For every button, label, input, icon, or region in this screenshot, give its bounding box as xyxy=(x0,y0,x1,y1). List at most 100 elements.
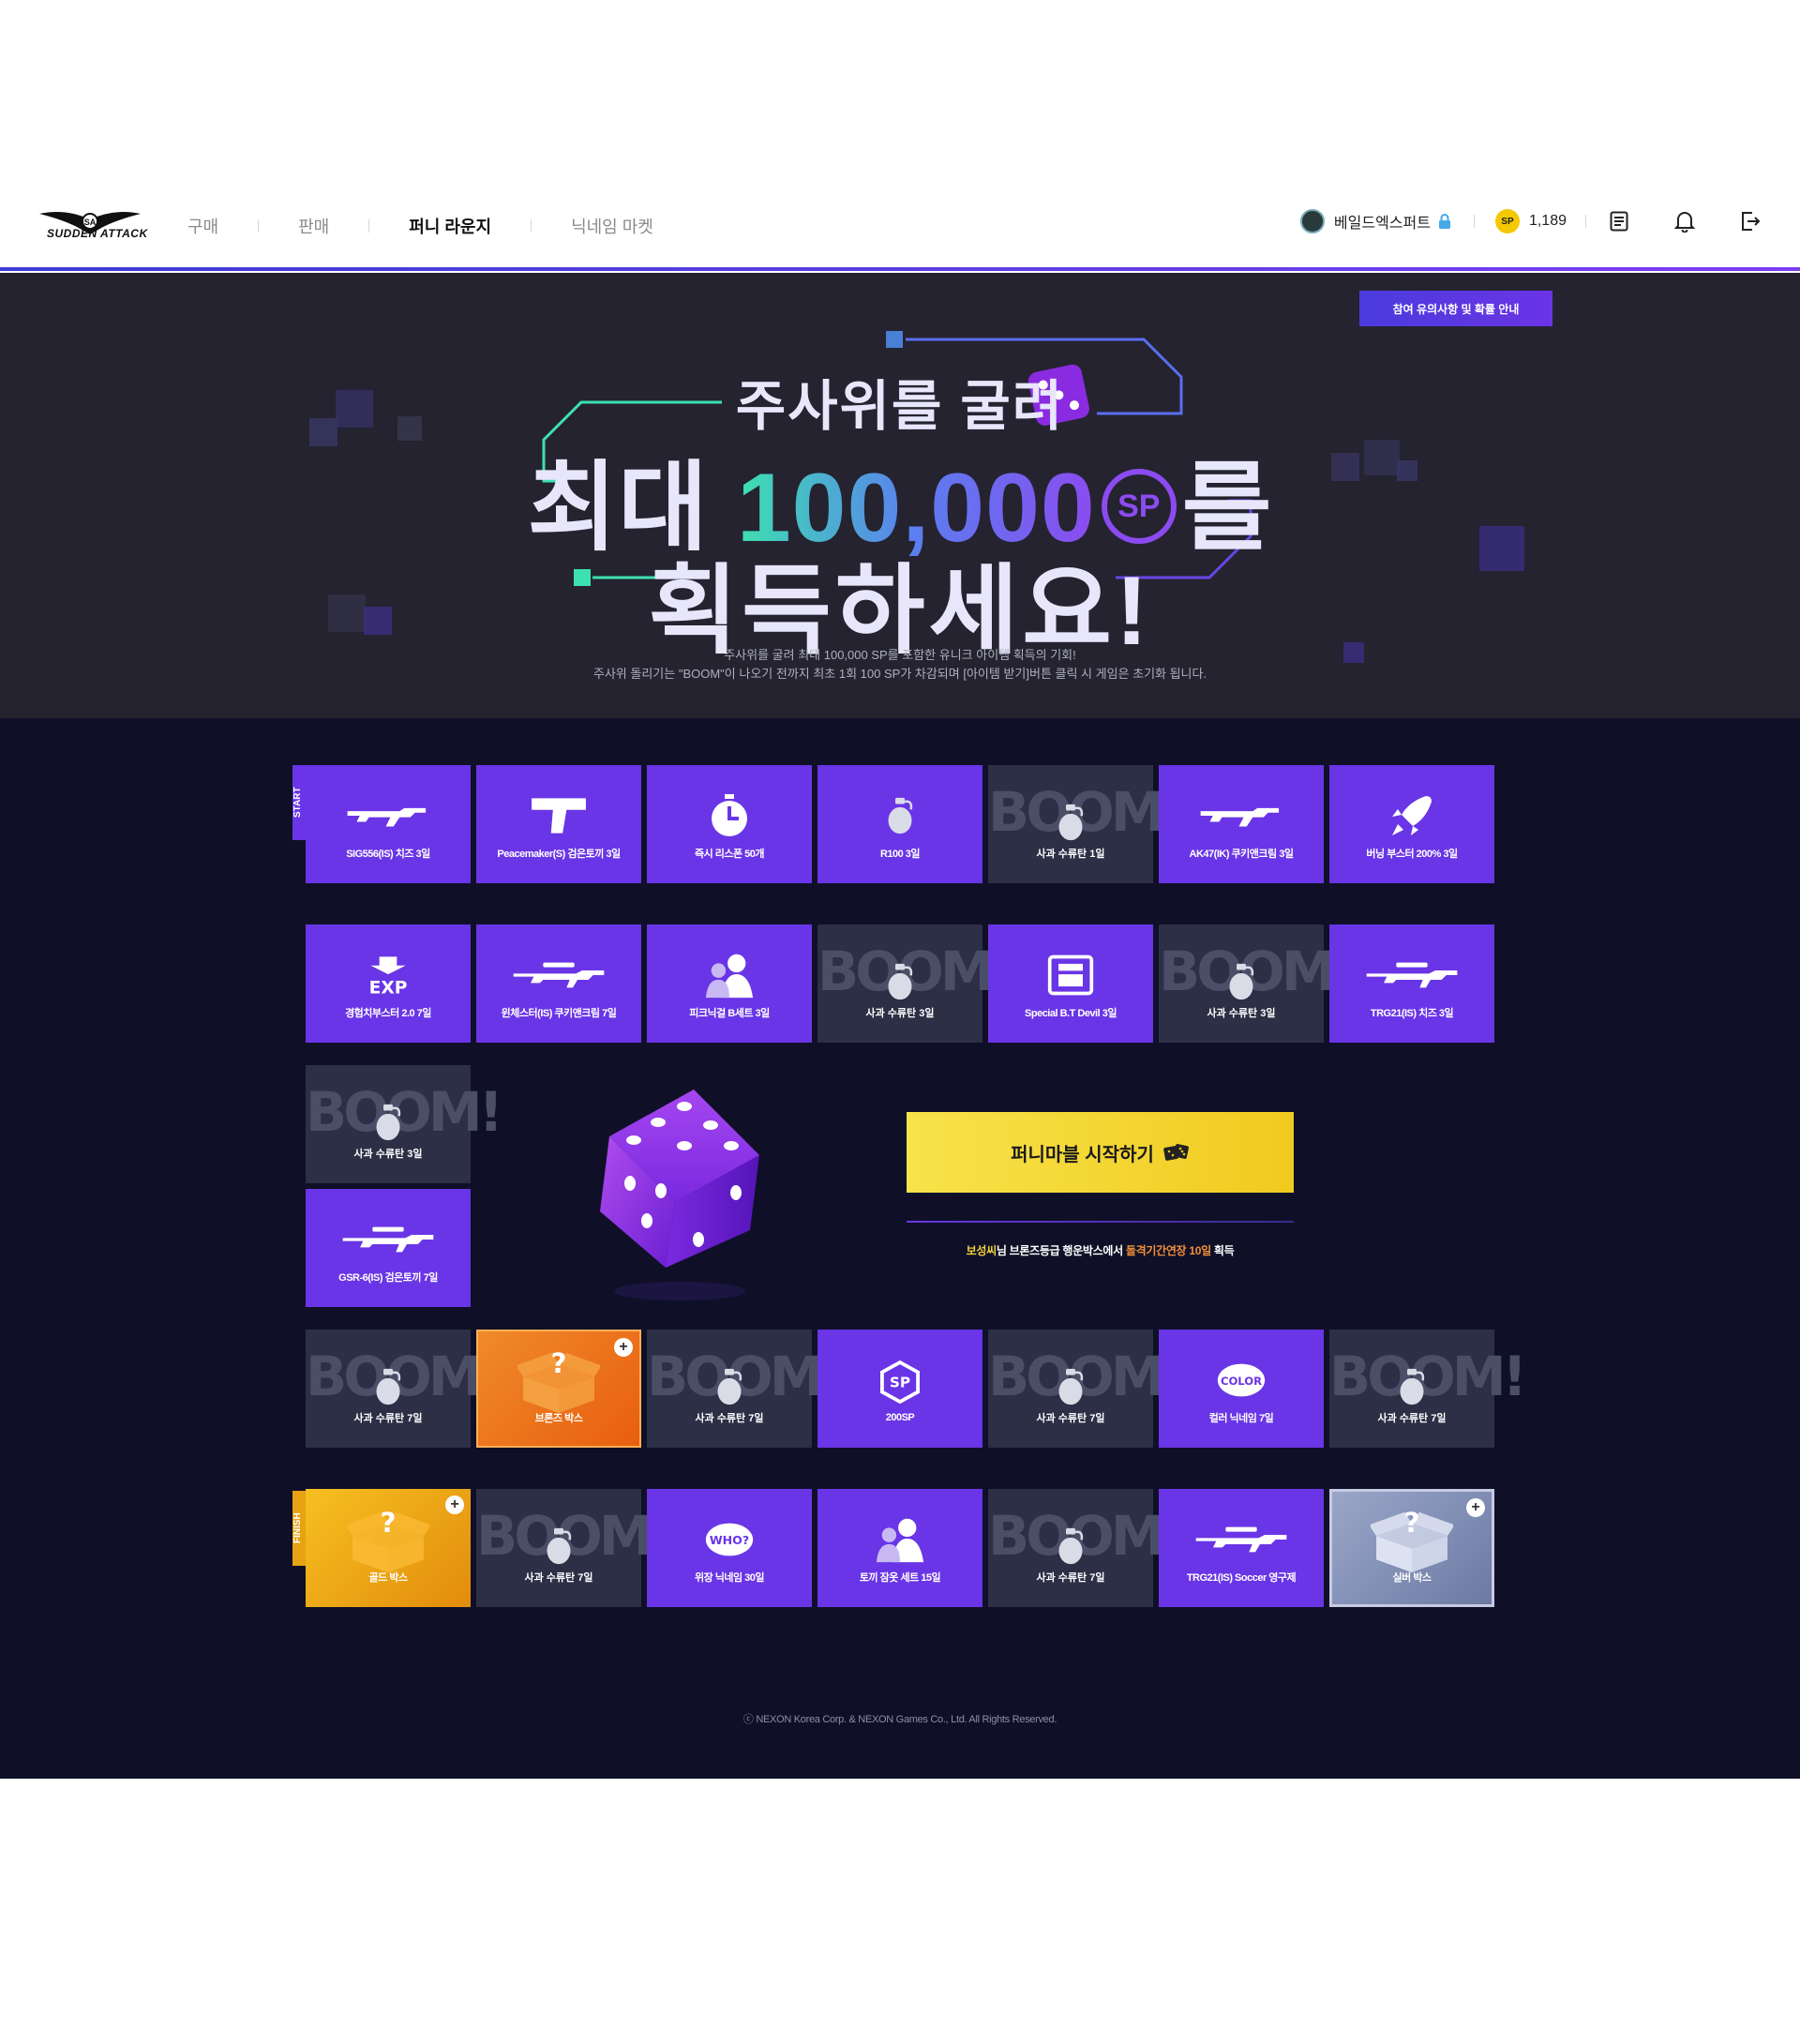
logout-icon[interactable] xyxy=(1738,209,1762,233)
tile-label: 사과 수류탄 7일 xyxy=(695,1413,764,1424)
tile-label: TRG21(IS) Soccer 영구제 xyxy=(1186,1572,1297,1584)
logo-text: SUDDEN ATTACK xyxy=(47,227,148,240)
character-icon xyxy=(702,947,757,1003)
sp-icon xyxy=(880,1354,920,1410)
reward-divider xyxy=(907,1221,1294,1223)
board-tile: 골드 박스 + xyxy=(306,1489,471,1607)
board-tile: Peacemaker(S) 검은토끼 3일 xyxy=(476,765,641,883)
who-icon xyxy=(702,1511,757,1568)
grenade-icon xyxy=(374,1103,402,1142)
board-tile: R100 3일 xyxy=(818,765,982,883)
grenade-icon xyxy=(545,1526,573,1566)
sniper-icon xyxy=(1365,947,1459,1003)
box-detail-plus-icon[interactable]: + xyxy=(1466,1498,1485,1517)
grenade-icon xyxy=(1057,803,1085,842)
tile-label: 브론즈 박스 xyxy=(534,1413,583,1424)
color-icon xyxy=(1214,1352,1268,1408)
tile-label: 사과 수류탄 7일 xyxy=(1036,1413,1105,1424)
tile-label: 사과 수류탄 7일 xyxy=(353,1413,423,1424)
header-divider xyxy=(1473,215,1475,228)
grenade-icon xyxy=(886,962,914,1001)
tile-label: GSR-6(IS) 검은토끼 7일 xyxy=(338,1272,438,1284)
tile-label: 위장 닉네임 30일 xyxy=(694,1572,765,1584)
copyright-text: ⓒ NEXON Korea Corp. & NEXON Games Co., L… xyxy=(742,1714,1058,1725)
tile-label: Special B.T Devil 3일 xyxy=(1025,1008,1117,1019)
reward-mid: 님 브론즈등급 행운박스에서 xyxy=(996,1244,1126,1257)
user-area: 베일드엑스퍼트 SP 1,189 xyxy=(1299,206,1762,236)
board-tile-boom: BOOM! 사과 수류탄 3일 xyxy=(1159,924,1357,1043)
dice-board: EXP SP COLOR WHO? ? START FINISH xyxy=(0,718,1800,1779)
tile-label: 경험치부스터 2.0 7일 xyxy=(345,1008,431,1019)
board-tile: 실버 박스 + xyxy=(1329,1489,1494,1607)
character-icon xyxy=(873,1511,927,1568)
tile-label: 실버 박스 xyxy=(1392,1572,1432,1584)
nav-buy[interactable]: 구매 xyxy=(188,214,258,238)
box-detail-plus-icon[interactable]: + xyxy=(614,1338,633,1357)
tile-label: AK47(IK) 쿠키앤크림 3일 xyxy=(1189,849,1294,860)
tile-label: SIG556(IS) 치즈 3일 xyxy=(346,849,430,860)
start-tag: START xyxy=(292,765,306,840)
board-tile-boom: BOOM! 사과 수류탄 3일 xyxy=(306,1065,503,1183)
board-tile: 토끼 잠옷 세트 15일 xyxy=(818,1489,982,1607)
sniper-icon xyxy=(1194,1511,1288,1568)
board-tile: 200SP xyxy=(818,1330,982,1448)
nav-nickname-market[interactable]: 닉네임 마켓 xyxy=(532,214,693,238)
tile-label: 사과 수류탄 3일 xyxy=(1207,1008,1276,1019)
tile-label: 200SP xyxy=(885,1412,915,1423)
tile-label: TRG21(IS) 치즈 3일 xyxy=(1370,1008,1454,1019)
grenade-icon xyxy=(374,1367,402,1406)
recent-reward-message: 보성씨님 브론즈등급 행운박스에서 돌격기간연장 10일 획득 xyxy=(907,1242,1294,1258)
username[interactable]: 베일드엑스퍼트 xyxy=(1334,210,1431,233)
tile-label: 사과 수류탄 3일 xyxy=(865,1008,935,1019)
board-tile: 경험치부스터 2.0 7일 xyxy=(306,924,471,1043)
board-tile: 윈체스터(IS) 쿠키앤크림 7일 xyxy=(476,924,641,1043)
nav-sell[interactable]: 판매 xyxy=(259,214,368,238)
tile-label: 토끼 잠옷 세트 15일 xyxy=(859,1572,941,1584)
board-tile: 브론즈 박스 + xyxy=(476,1330,641,1448)
tile-label: 사과 수류탄 1일 xyxy=(1036,849,1105,860)
top-header: SA SUDDEN ATTACK 구매 판매 퍼니 라운지 닉네임 마켓 베일드… xyxy=(0,186,1800,271)
stopwatch-icon xyxy=(709,788,750,844)
event-hero: 참여 유의사항 및 확률 안내 주사위를 굴려 최대 100,000 SP 를 획득… xyxy=(0,273,1800,718)
rocket-icon xyxy=(1388,788,1435,844)
tile-label: Peacemaker(S) 검은토끼 3일 xyxy=(497,849,621,860)
dice-icon[interactable] xyxy=(591,1080,797,1305)
bell-icon[interactable] xyxy=(1672,209,1697,233)
board-tile-boom: BOOM! 사과 수류탄 7일 xyxy=(988,1330,1186,1448)
sp-coin-icon: SP xyxy=(1494,209,1520,233)
nav-funny-lounge[interactable]: 퍼니 라운지 xyxy=(369,214,531,238)
tile-label: 사과 수류탄 7일 xyxy=(1377,1413,1447,1424)
dice-pair-icon xyxy=(1163,1144,1189,1161)
reward-user: 보성씨 xyxy=(966,1244,998,1257)
grenade-icon xyxy=(1398,1367,1426,1406)
board-tile-boom: BOOM! 사과 수류탄 7일 xyxy=(988,1489,1186,1607)
start-game-button[interactable]: 퍼니마블 시작하기 xyxy=(907,1112,1294,1193)
notice-probability-button[interactable]: 참여 유의사항 및 확률 안내 xyxy=(1359,291,1552,326)
header-accent-line xyxy=(0,267,1800,271)
tile-label: 사과 수류탄 7일 xyxy=(524,1572,593,1584)
reward-item: 돌격기간연장 10일 xyxy=(1125,1244,1211,1257)
board-tile-boom: BOOM! 사과 수류탄 1일 xyxy=(988,765,1186,883)
start-game-label: 퍼니마블 시작하기 xyxy=(1011,1144,1154,1165)
grenade-icon xyxy=(1227,962,1255,1001)
tile-label: 즉시 리스폰 50개 xyxy=(694,849,765,860)
tile-label: 골드 박스 xyxy=(368,1572,408,1584)
history-list-icon[interactable] xyxy=(1607,209,1631,233)
header-divider xyxy=(1585,215,1586,228)
box-detail-plus-icon[interactable]: + xyxy=(445,1495,464,1514)
hero-description-1: 주사위를 굴려 최대 100,000 SP를 포함한 유니크 아이템 획득의 기… xyxy=(724,648,1076,662)
board-tile: GSR-6(IS) 검은토끼 7일 xyxy=(306,1189,471,1307)
board-tile: AK47(IK) 쿠키앤크림 3일 xyxy=(1159,765,1324,883)
sp-balance: 1,189 xyxy=(1528,213,1567,229)
board-tile-boom: BOOM! 사과 수류탄 7일 xyxy=(1329,1330,1527,1448)
board-tile: TRG21(IS) 치즈 3일 xyxy=(1329,924,1494,1043)
rifle-icon xyxy=(346,788,430,844)
page: SA SUDDEN ATTACK 구매 판매 퍼니 라운지 닉네임 마켓 베일드… xyxy=(0,0,1800,2044)
board-tile: 위장 닉네임 30일 xyxy=(647,1489,812,1607)
avatar[interactable] xyxy=(1299,209,1325,233)
reward-suffix: 획득 xyxy=(1210,1244,1235,1257)
device-icon xyxy=(1046,947,1095,1003)
tile-label: R100 3일 xyxy=(879,849,921,860)
tile-label: 컬러 닉네임 7일 xyxy=(1208,1413,1274,1424)
tile-label: 사과 수류탄 7일 xyxy=(1036,1572,1105,1584)
